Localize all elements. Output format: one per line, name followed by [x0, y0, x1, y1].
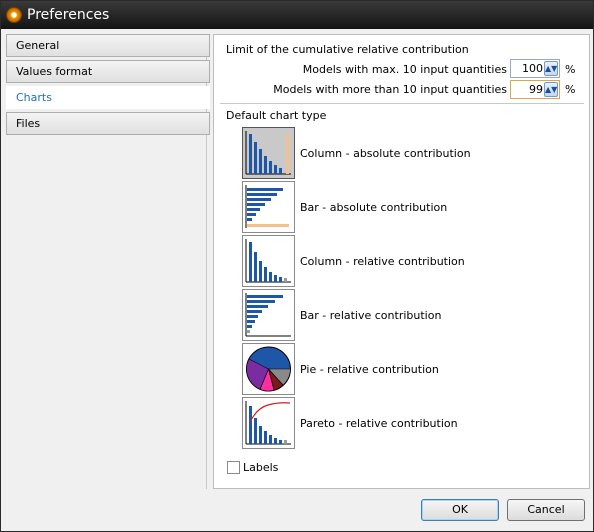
- nav-item-values-format[interactable]: Values format: [6, 60, 210, 83]
- charts-settings-panel: Limit of the cumulative relative contrib…: [213, 34, 590, 489]
- labels-checkbox-label[interactable]: Labels: [243, 461, 278, 474]
- category-list: General Values format Charts Files: [6, 34, 210, 489]
- more10-value[interactable]: 99: [529, 83, 543, 96]
- ok-button[interactable]: OK: [421, 499, 499, 521]
- bar-chart-icon[interactable]: [242, 289, 295, 341]
- pie-chart-icon[interactable]: [242, 343, 295, 395]
- more10-quantity-stepper[interactable]: 99 ▲▼: [510, 80, 560, 99]
- labels-checkbox[interactable]: [227, 461, 240, 474]
- window-title: Preferences: [27, 7, 110, 23]
- spin-updown-icon[interactable]: ▲▼: [544, 82, 558, 97]
- nav-item-general[interactable]: General: [6, 34, 210, 57]
- preferences-window: Preferences General Values format Charts…: [0, 0, 594, 532]
- title-bar[interactable]: Preferences: [1, 1, 593, 29]
- chart-option-label[interactable]: Column - relative contribution: [300, 255, 465, 268]
- chart-type-heading: Default chart type: [226, 109, 327, 122]
- max10-label: Models with max. 10 input quantities: [302, 63, 507, 76]
- max10-unit: %: [565, 63, 576, 76]
- max10-quantity-stepper[interactable]: 100 ▲▼: [510, 59, 560, 78]
- chart-option-label[interactable]: Column - absolute contribution: [300, 147, 471, 160]
- app-icon: [6, 7, 22, 23]
- chart-option-label[interactable]: Bar - relative contribution: [300, 309, 441, 322]
- nav-item-files[interactable]: Files: [6, 112, 210, 135]
- max10-value[interactable]: 100: [522, 62, 543, 75]
- more10-label: Models with more than 10 input quantitie…: [273, 83, 507, 96]
- pareto-chart-icon[interactable]: [242, 397, 295, 449]
- more10-unit: %: [565, 83, 576, 96]
- chart-option-label[interactable]: Bar - absolute contribution: [300, 201, 447, 214]
- chart-option-label[interactable]: Pareto - relative contribution: [300, 417, 458, 430]
- column-chart-icon[interactable]: [242, 127, 295, 179]
- section-divider: [220, 103, 584, 104]
- cancel-button[interactable]: Cancel: [507, 499, 585, 521]
- spin-updown-icon[interactable]: ▲▼: [544, 61, 558, 76]
- bar-chart-icon[interactable]: [242, 181, 295, 233]
- chart-option-label[interactable]: Pie - relative contribution: [300, 363, 439, 376]
- limit-heading: Limit of the cumulative relative contrib…: [226, 43, 469, 56]
- column-chart-icon[interactable]: [242, 235, 295, 287]
- nav-item-charts[interactable]: Charts: [6, 86, 210, 109]
